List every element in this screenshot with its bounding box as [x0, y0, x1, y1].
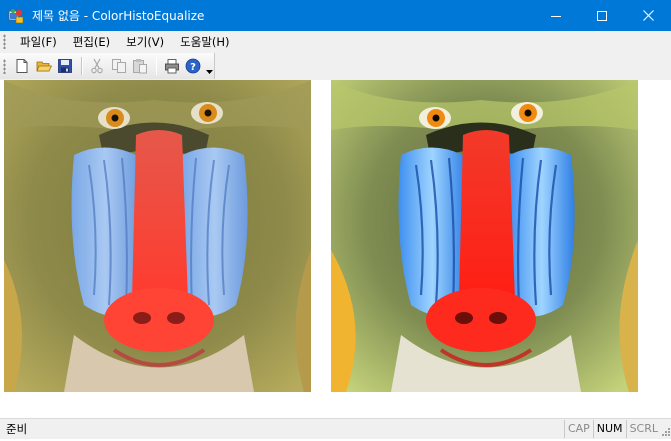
title-bar[interactable]: 제목 없음 - ColorHistoEqualize — [0, 0, 671, 31]
original-mandrill-image — [4, 80, 311, 392]
scroll-lock-indicator: SCRL — [625, 420, 661, 438]
equalized-mandrill-image — [331, 80, 638, 392]
cut-icon — [91, 58, 103, 74]
copy-icon — [111, 59, 126, 73]
maximize-button[interactable] — [579, 0, 625, 31]
save-disk-icon — [58, 59, 73, 73]
new-file-icon — [16, 59, 28, 73]
toolbar-separator — [155, 57, 158, 75]
menu-view[interactable]: 보기(V) — [118, 34, 172, 50]
chevron-down-icon — [205, 70, 213, 74]
minimize-button[interactable] — [533, 0, 579, 31]
window-title: 제목 없음 - ColorHistoEqualize — [32, 9, 205, 23]
toolbar-overflow-button[interactable] — [205, 55, 214, 77]
copy-button[interactable] — [108, 55, 129, 77]
minimize-icon — [551, 15, 561, 17]
new-button[interactable] — [12, 55, 33, 77]
about-button[interactable]: ? — [183, 55, 204, 77]
save-button[interactable] — [55, 55, 76, 77]
menu-file[interactable]: 파일(F) — [12, 34, 65, 50]
menu-help[interactable]: 도움말(H) — [172, 34, 237, 50]
help-icon: ? — [185, 58, 201, 74]
toolbar-grip[interactable] — [3, 58, 6, 74]
resize-grip[interactable] — [661, 420, 671, 438]
menubar-grip[interactable] — [3, 34, 6, 49]
open-folder-icon — [36, 61, 52, 72]
view-client-area — [0, 80, 671, 418]
open-button[interactable] — [33, 55, 54, 77]
status-message: 준비 — [6, 422, 28, 436]
standard-toolbar: ? — [0, 53, 215, 79]
toolbar-separator — [80, 57, 83, 75]
toolbar-row: ? — [0, 52, 671, 80]
size-grip-icon — [662, 428, 670, 436]
mfc-app-icon[interactable] — [8, 8, 24, 24]
menu-bar: 파일(F) 편집(E) 보기(V) 도움말(H) — [0, 31, 671, 52]
menu-edit[interactable]: 편집(E) — [65, 34, 118, 50]
cut-button[interactable] — [87, 55, 108, 77]
caps-lock-indicator: CAP — [563, 420, 593, 438]
paste-button[interactable] — [130, 55, 151, 77]
paste-icon — [133, 59, 148, 74]
close-icon — [642, 10, 654, 21]
print-icon — [164, 59, 179, 74]
close-button[interactable] — [625, 0, 671, 31]
maximize-icon — [597, 10, 607, 21]
num-lock-indicator: NUM — [592, 420, 626, 438]
status-bar: 준비 CAP NUM SCRL — [0, 418, 671, 439]
svg-text:?: ? — [190, 62, 196, 73]
print-button[interactable] — [161, 55, 182, 77]
